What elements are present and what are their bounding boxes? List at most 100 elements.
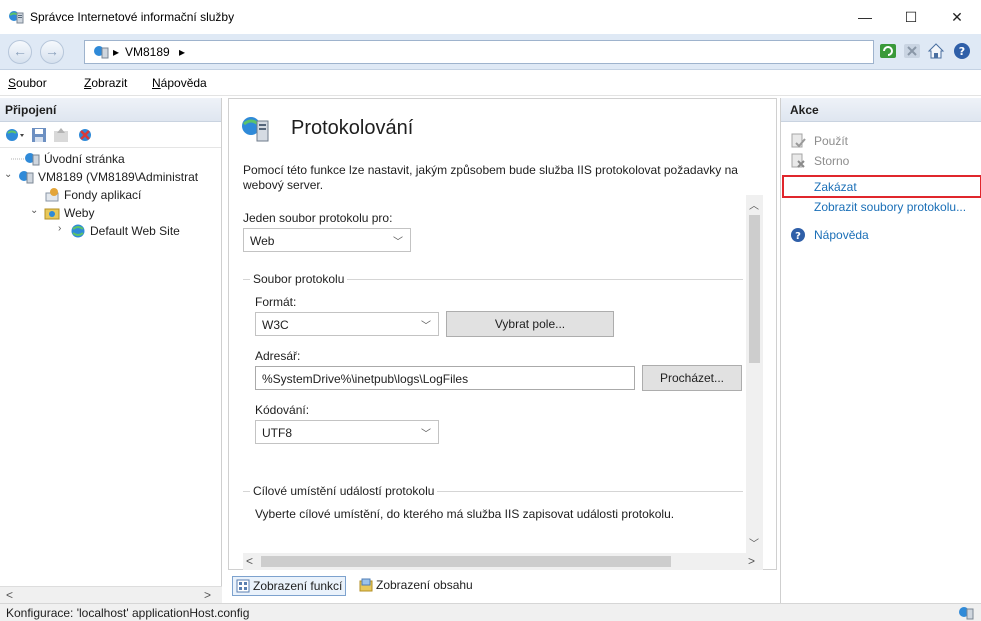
scrollbar-thumb[interactable]: [749, 215, 760, 363]
stop-icon[interactable]: [902, 41, 922, 61]
tab-label: Zobrazení funkcí: [253, 579, 343, 593]
menu-accelerator: S: [8, 76, 17, 90]
scroll-right-icon[interactable]: >: [748, 554, 755, 568]
select-value: W3C: [262, 318, 289, 332]
tab-features-view[interactable]: Zobrazení funkcí: [232, 576, 347, 596]
svg-text:?: ?: [795, 231, 801, 242]
scroll-right-icon[interactable]: >: [204, 588, 211, 602]
server-icon: [19, 171, 34, 184]
chevron-right-icon[interactable]: ›: [58, 223, 68, 234]
scrollbar-thumb[interactable]: [261, 556, 671, 567]
scroll-down-icon[interactable]: ﹀: [749, 535, 759, 550]
chevron-down-icon: ﹀: [393, 237, 403, 248]
breadcrumb-item-vm8189[interactable]: VM8189: [125, 45, 170, 59]
action-label: Nápověda: [814, 228, 869, 242]
action-label: Storno: [814, 154, 850, 168]
logging-icon: [242, 117, 269, 142]
breadcrumb[interactable]: ▸ VM8189 ▸: [84, 40, 874, 64]
connections-pane: Připojení Úvodní stránka ⌄ VM8189 (VM818…: [0, 98, 222, 603]
feature-description: Pomocí této funkce lze nastavit, jakým z…: [243, 163, 738, 192]
scroll-up-icon[interactable]: ︿: [749, 197, 759, 212]
feature-hscrollbar[interactable]: < >: [243, 553, 763, 570]
content-view-icon: [359, 578, 373, 592]
encoding-label: Kódování:: [255, 403, 310, 417]
address-bar: ← → ▸ VM8189 ▸ ?: [0, 34, 981, 70]
one-log-file-label: Jeden soubor protokolu pro:: [243, 211, 393, 225]
menu-zobrazit[interactable]: Zobrazit: [84, 76, 127, 90]
one-log-file-select[interactable]: Web ﹀: [243, 228, 411, 252]
forward-button[interactable]: →: [40, 40, 64, 64]
browse-button[interactable]: Procházet...: [642, 365, 742, 391]
minimize-button[interactable]: —: [843, 4, 887, 30]
highlight-box: [782, 175, 981, 198]
directory-input[interactable]: %SystemDrive%\inetpub\logs\LogFiles: [255, 366, 635, 390]
globe-icon: [71, 224, 85, 238]
features-view-icon: [236, 579, 250, 593]
format-select[interactable]: W3C ﹀: [255, 312, 439, 336]
action-label: Zobrazit soubory protokolu...: [814, 200, 967, 214]
cancel-icon: [791, 153, 805, 168]
tab-label: Zobrazení obsahu: [376, 578, 473, 592]
status-text: Konfigurace: 'localhost' applicationHost…: [6, 606, 250, 620]
feature-panel: Protokolování Pomocí této funkce lze nas…: [224, 98, 779, 603]
status-bar: Konfigurace: 'localhost' applicationHost…: [0, 603, 981, 621]
close-button[interactable]: ✕: [935, 4, 979, 30]
chevron-down-icon: ﹀: [421, 321, 431, 332]
chevron-down-icon[interactable]: ⌄: [30, 205, 40, 216]
feature-vscrollbar[interactable]: ︿ ﹀: [746, 195, 763, 553]
save-icon[interactable]: [30, 126, 48, 144]
scroll-left-icon[interactable]: <: [6, 588, 13, 602]
event-destination-description: Vyberte cílové umístění, do kterého má s…: [255, 507, 675, 521]
home-icon[interactable]: [926, 41, 946, 61]
svg-text:?: ?: [959, 45, 965, 58]
server-icon: [959, 607, 974, 620]
connect-icon[interactable]: [4, 126, 26, 144]
action-label: Použít: [814, 134, 849, 148]
logging-feature-page: Protokolování Pomocí této funkce lze nas…: [228, 98, 777, 570]
select-fields-button[interactable]: Vybrat pole...: [446, 311, 614, 337]
connections-toolbar: [0, 122, 221, 148]
window-title: Správce Internetové informační služby: [30, 10, 235, 24]
directory-value: %SystemDrive%\inetpub\logs\LogFiles: [262, 372, 469, 386]
menu-bar: Soubor Zobrazit Nápověda: [0, 70, 981, 96]
menu-napoveda[interactable]: Nápověda: [152, 76, 207, 90]
disconnect-icon[interactable]: [76, 126, 94, 144]
tree-item-label: Weby: [64, 206, 95, 220]
menu-label: oubor: [16, 76, 47, 90]
tab-content-view[interactable]: Zobrazení obsahu: [356, 576, 476, 596]
tree-item-label: Fondy aplikací: [64, 188, 142, 202]
action-label: Zakázat: [814, 180, 857, 194]
connections-header: Připojení: [0, 98, 221, 122]
help-icon[interactable]: ?: [952, 41, 972, 61]
select-value: Web: [250, 234, 275, 248]
server-icon: [94, 46, 109, 59]
tree-item-label: VM8189 (VM8189\Administrat: [38, 170, 199, 184]
event-destination-group-title: Cílové umístění událostí protokolu: [250, 484, 438, 498]
chevron-down-icon[interactable]: ⌄: [4, 169, 14, 180]
back-button[interactable]: ←: [8, 40, 32, 64]
connections-hscrollbar[interactable]: < >: [0, 586, 222, 603]
iis-app-icon: [9, 11, 24, 24]
apply-icon: [791, 133, 806, 148]
menu-label: ápověda: [160, 76, 207, 90]
sites-folder-icon: [44, 208, 60, 220]
maximize-button[interactable]: ☐: [889, 4, 933, 30]
refresh-icon[interactable]: [878, 41, 898, 61]
actions-pane: Akce Použít Storno Zakázat Zobrazit soub…: [780, 98, 981, 603]
menu-soubor[interactable]: Soubor: [8, 76, 47, 90]
select-value: UTF8: [262, 426, 292, 440]
tree-item-server[interactable]: ⌄ VM8189 (VM8189\Administrat: [4, 168, 222, 186]
menu-label: obrazit: [91, 76, 128, 90]
breadcrumb-separator: ▸: [113, 45, 120, 59]
log-file-group-title: Soubor protokolu: [250, 272, 348, 286]
encoding-select[interactable]: UTF8 ﹀: [255, 420, 439, 444]
chevron-down-icon: ﹀: [421, 429, 431, 440]
directory-label: Adresář:: [255, 349, 301, 363]
tree-item-label: Úvodní stránka: [44, 152, 125, 166]
title-bar: Správce Internetové informační služby — …: [0, 0, 981, 34]
scroll-left-icon[interactable]: <: [246, 554, 253, 568]
up-level-icon[interactable]: [52, 126, 70, 144]
breadcrumb-separator[interactable]: ▸: [179, 45, 185, 59]
actions-header: Akce: [781, 98, 981, 122]
server-icon: [25, 153, 40, 166]
